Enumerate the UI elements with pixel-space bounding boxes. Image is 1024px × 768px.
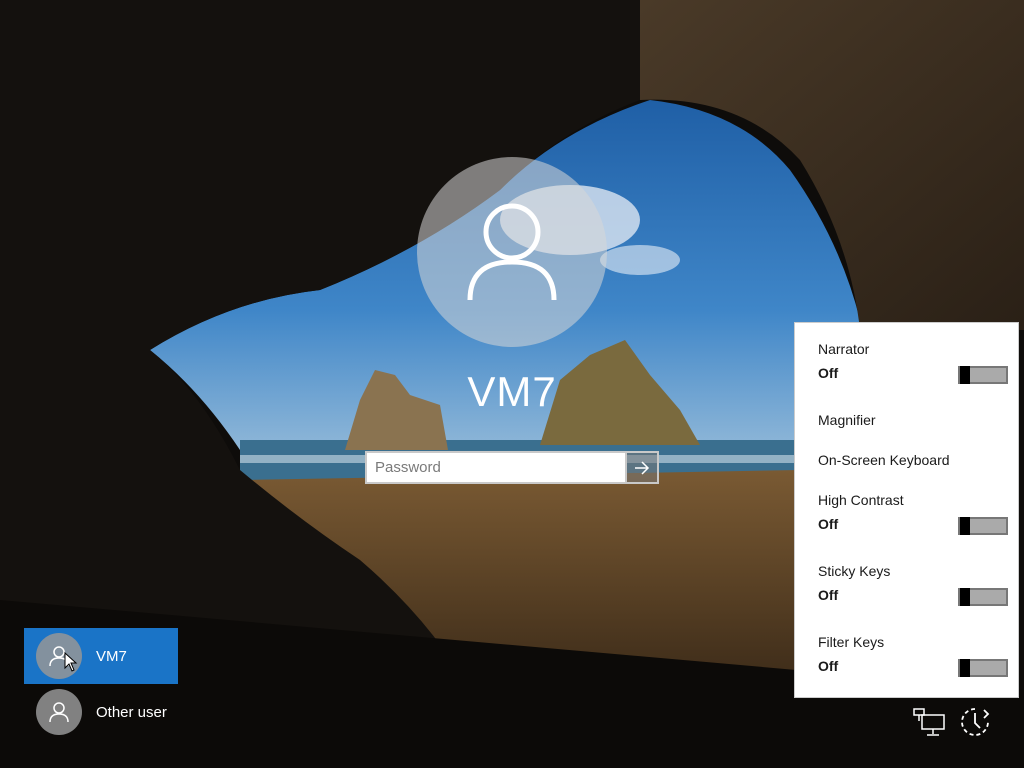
password-input[interactable] <box>365 451 627 484</box>
on-screen-keyboard-item[interactable]: On-Screen Keyboard <box>818 452 998 468</box>
user-tile-vm7[interactable]: VM7 <box>24 628 178 684</box>
password-box <box>365 451 659 484</box>
high-contrast-label: High Contrast <box>818 492 904 508</box>
network-icon[interactable] <box>910 704 948 740</box>
narrator-toggle[interactable] <box>958 366 1008 384</box>
ease-of-access-icon[interactable] <box>956 704 994 740</box>
high-contrast-toggle[interactable] <box>958 517 1008 535</box>
user-list: VM7 Other user <box>24 628 178 740</box>
high-contrast-item: High Contrast Off <box>818 492 1008 535</box>
on-screen-keyboard-label: On-Screen Keyboard <box>818 452 950 468</box>
ease-of-access-icon-glyph <box>961 708 990 736</box>
ease-of-access-panel: Narrator Off Magnifier On-Screen Keyboar… <box>794 322 1019 698</box>
filter-keys-label: Filter Keys <box>818 634 885 650</box>
sticky-keys-toggle[interactable] <box>958 588 1008 606</box>
narrator-label: Narrator <box>818 341 870 357</box>
person-icon <box>467 203 557 301</box>
user-avatar-small <box>36 689 82 735</box>
narrator-item: Narrator Off <box>818 341 1008 384</box>
user-tile-label: VM7 <box>96 647 127 665</box>
submit-button[interactable] <box>627 451 659 484</box>
user-avatar <box>417 157 607 347</box>
sticky-keys-label: Sticky Keys <box>818 563 891 579</box>
person-icon <box>49 702 69 723</box>
mouse-cursor-icon <box>64 652 78 672</box>
user-tile-other-user[interactable]: Other user <box>24 684 178 740</box>
filter-keys-item: Filter Keys Off <box>818 634 1008 677</box>
sticky-keys-item: Sticky Keys Off <box>818 563 1008 606</box>
username-label: VM7 <box>467 368 557 415</box>
magnifier-item[interactable]: Magnifier <box>818 412 998 428</box>
magnifier-label: Magnifier <box>818 412 876 428</box>
arrow-right-icon <box>635 460 650 475</box>
network-icon-glyph <box>913 708 945 736</box>
filter-keys-toggle[interactable] <box>958 659 1008 677</box>
user-tile-label: Other user <box>96 703 167 721</box>
